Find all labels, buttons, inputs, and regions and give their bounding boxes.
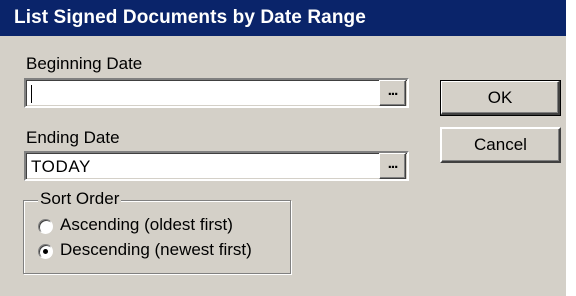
radio-ascending-label[interactable]: Ascending (oldest first)	[60, 215, 233, 235]
dialog-window: List Signed Documents by Date Range Begi…	[0, 0, 566, 296]
radio-button-checked-icon[interactable]	[38, 244, 53, 259]
radio-button-unchecked-icon[interactable]	[38, 219, 53, 234]
radio-selected-dot	[43, 249, 48, 254]
text-caret	[31, 85, 32, 103]
sort-order-group: Sort Order Ascending (oldest first) Desc…	[23, 189, 291, 274]
ending-date-label: Ending Date	[26, 128, 120, 147]
cancel-button[interactable]: Cancel	[440, 127, 561, 163]
window-title: List Signed Documents by Date Range	[14, 7, 366, 28]
ending-date-browse-button[interactable]: ...	[379, 153, 406, 179]
ending-date-value: TODAY	[31, 157, 91, 176]
ellipsis-icon: ...	[387, 155, 399, 172]
beginning-date-field[interactable]: ...	[24, 78, 409, 108]
ending-date-field[interactable]: TODAY ...	[24, 151, 409, 181]
title-bar[interactable]: List Signed Documents by Date Range	[0, 0, 566, 36]
beginning-date-label: Beginning Date	[26, 54, 143, 73]
ok-button[interactable]: OK	[440, 80, 561, 116]
beginning-date-browse-button[interactable]: ...	[379, 80, 406, 106]
sort-order-legend: Sort Order	[38, 189, 122, 209]
radio-descending-label[interactable]: Descending (newest first)	[60, 240, 252, 260]
ellipsis-icon: ...	[387, 82, 399, 99]
